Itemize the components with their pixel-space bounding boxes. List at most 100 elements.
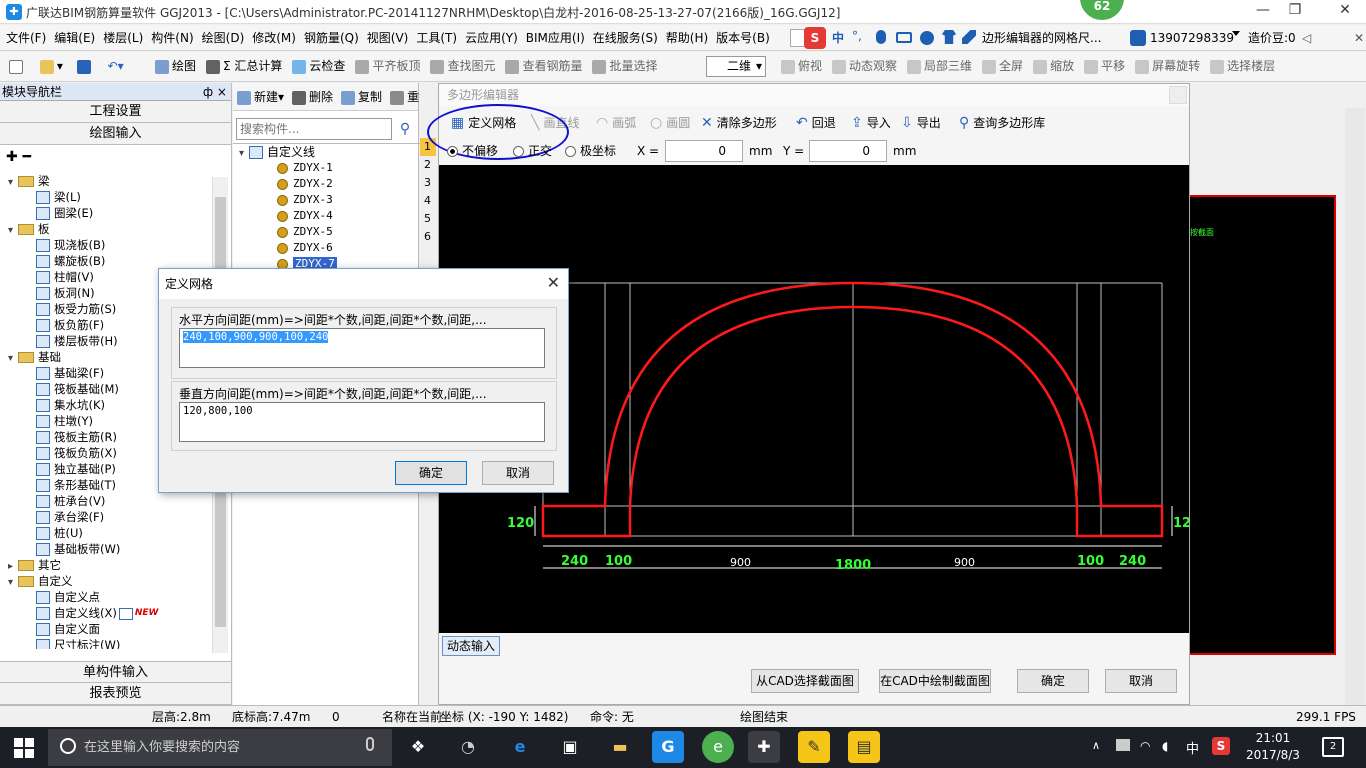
menu-item[interactable]: 工具(T) xyxy=(412,25,461,51)
nav-tree-item[interactable]: ▾ 梁 xyxy=(8,173,231,189)
tray-chevron-icon[interactable]: ∧ xyxy=(1092,739,1100,752)
view-toolbar-item[interactable]: 动态观察 xyxy=(827,52,902,80)
collapse-icon[interactable]: ▾ xyxy=(239,146,249,162)
microphone-icon[interactable] xyxy=(366,737,374,751)
view-toolbar-item[interactable]: 屏幕旋转 xyxy=(1130,52,1205,80)
project-settings-button[interactable]: 工程设置 xyxy=(0,101,231,123)
component-toolbar-button[interactable]: 删除 xyxy=(292,90,333,105)
view-toolbar-item[interactable]: 全屏 xyxy=(977,52,1028,80)
menu-item[interactable]: 版本号(B) xyxy=(712,25,774,51)
horizontal-spacing-input[interactable]: 240,100,900,900,100,240 xyxy=(179,328,545,368)
toolbar-item[interactable]: 批量选择 xyxy=(587,52,662,80)
nav-tree-item[interactable]: 自定义线(X) NEW xyxy=(8,605,231,621)
view-mode-select[interactable]: 二维 ▾ xyxy=(706,56,766,77)
component-item[interactable]: ZDYX-6 xyxy=(233,240,433,256)
nav-tree-item[interactable]: 梁(L) xyxy=(8,189,231,205)
component-search-input[interactable]: 搜索构件... xyxy=(236,118,392,140)
pin-close-icon[interactable]: ф × xyxy=(203,83,227,101)
nav-tree-item[interactable]: 自定义点 xyxy=(8,589,231,605)
menu-item[interactable]: 编辑(E) xyxy=(50,25,99,51)
undo-icon[interactable]: ↶▾ xyxy=(103,52,129,80)
draw-in-cad-button[interactable]: 在CAD中绘制截面图 xyxy=(879,669,991,693)
tray-network-icon[interactable] xyxy=(1116,739,1130,751)
menu-item[interactable]: 绘图(D) xyxy=(198,25,249,51)
view-toolbar-item[interactable]: 局部三维 xyxy=(902,52,977,80)
menu-item[interactable]: 文件(F) xyxy=(2,25,50,51)
browser-icon[interactable]: ◔ xyxy=(452,731,484,763)
polygon-tool-button[interactable]: ⇪ 导入 xyxy=(851,110,891,136)
row-number[interactable]: 3 xyxy=(420,174,436,192)
close-icon[interactable]: ✕ xyxy=(1354,25,1364,51)
menu-item[interactable]: 钢筋量(Q) xyxy=(300,25,363,51)
expand-collapse-icons[interactable]: ✚ ━ xyxy=(0,145,231,173)
polygon-editor-close-button[interactable] xyxy=(1169,86,1187,104)
notes-icon[interactable]: ✎ xyxy=(798,731,830,763)
user-icon[interactable] xyxy=(920,31,934,45)
menu-item[interactable]: BIM应用(I) xyxy=(522,25,589,51)
view-toolbar-item[interactable]: 选择楼层 xyxy=(1205,52,1280,80)
chevron-down-icon[interactable] xyxy=(1232,31,1240,36)
menu-item[interactable]: 构件(N) xyxy=(147,25,197,51)
polygon-tool-button[interactable]: ✕ 清除多边形 xyxy=(701,110,777,136)
toolbar-item[interactable]: 绘图 xyxy=(150,52,201,80)
arrow-icon[interactable]: ◁ xyxy=(1302,25,1311,51)
file-explorer-icon[interactable]: ▬ xyxy=(604,731,636,763)
ggj-app-icon[interactable]: ✚ xyxy=(748,731,780,763)
taskbar-clock[interactable]: 21:01 2017/8/3 xyxy=(1243,730,1303,764)
tray-ime[interactable]: 中 xyxy=(1186,738,1199,757)
microphone-icon[interactable] xyxy=(876,30,886,44)
menu-item[interactable]: 视图(V) xyxy=(363,25,413,51)
search-icon[interactable]: ⚲ xyxy=(394,118,416,140)
nav-tree-item[interactable]: 自定义面 xyxy=(8,621,231,637)
view-toolbar-item[interactable]: 俯视 xyxy=(776,52,827,80)
row-number[interactable]: 4 xyxy=(420,192,436,210)
polygon-cancel-button[interactable]: 取消 xyxy=(1105,669,1177,693)
nav-tree-item[interactable]: 现浇板(B) xyxy=(8,237,231,253)
report-preview-button[interactable]: 报表预览 xyxy=(0,683,231,705)
save-icon[interactable] xyxy=(72,52,99,80)
nav-tree-item[interactable]: 螺旋板(B) xyxy=(8,253,231,269)
minimize-button[interactable]: — xyxy=(1248,2,1278,22)
nav-tree-item[interactable]: ▾ 自定义 xyxy=(8,573,231,589)
component-item[interactable]: ZDYX-2 xyxy=(233,176,433,192)
glodon-icon[interactable]: G xyxy=(652,731,684,763)
close-icon[interactable]: ✕ xyxy=(547,273,560,292)
notification-badge[interactable]: 62 xyxy=(1080,0,1124,20)
browser-green-icon[interactable]: e xyxy=(702,731,734,763)
row-number[interactable]: 5 xyxy=(420,210,436,228)
ime-punct[interactable]: °, xyxy=(852,29,862,43)
radio-icon[interactable] xyxy=(447,146,458,157)
tray-wifi-icon[interactable]: ◠ xyxy=(1140,739,1150,753)
menu-item[interactable]: 修改(M) xyxy=(248,25,300,51)
tray-volume-icon[interactable]: ◖ xyxy=(1162,739,1168,753)
new-file-icon[interactable] xyxy=(4,52,31,80)
menu-item[interactable]: 帮助(H) xyxy=(662,25,712,51)
open-folder-icon[interactable]: ▾ xyxy=(35,52,68,80)
row-number[interactable]: 6 xyxy=(420,228,436,246)
nav-tree-item[interactable]: 桩(U) xyxy=(8,525,231,541)
wrench-icon[interactable] xyxy=(962,30,976,44)
mode-option-2[interactable]: 极坐标 xyxy=(565,138,616,164)
nav-tree-item[interactable]: 桩承台(V) xyxy=(8,493,231,509)
toolbar-item[interactable]: 云检查 xyxy=(287,52,350,80)
nav-tree-item[interactable]: 基础板带(W) xyxy=(8,541,231,557)
drawing-input-button[interactable]: 绘图输入 xyxy=(0,123,231,145)
polygon-tool-button[interactable]: ⇩ 导出 xyxy=(901,110,941,136)
phone-number[interactable]: 13907298339 xyxy=(1150,25,1234,51)
toolbar-item[interactable]: Σ 汇总计算 xyxy=(201,52,287,80)
component-item[interactable]: ZDYX-1 xyxy=(233,160,433,176)
toolbar-item[interactable]: 查看钢筋量 xyxy=(500,52,587,80)
select-from-cad-button[interactable]: 从CAD选择截面图 xyxy=(751,669,859,693)
sticky-notes-icon[interactable]: ▤ xyxy=(848,731,880,763)
row-number[interactable]: 2 xyxy=(420,156,436,174)
polygon-tool-button[interactable]: ○ 画圆 xyxy=(650,110,690,136)
task-view-icon[interactable]: ❖ xyxy=(402,731,434,763)
mode-option-1[interactable]: 正交 xyxy=(513,138,552,164)
windows-start-icon[interactable] xyxy=(14,738,34,758)
close-window-button[interactable]: ✕ xyxy=(1330,2,1360,22)
polygon-tool-button[interactable]: ◠ 画弧 xyxy=(596,110,636,136)
edge-icon[interactable]: e xyxy=(504,731,536,763)
nav-tree-item[interactable]: 圈梁(E) xyxy=(8,205,231,221)
store-icon[interactable]: ▣ xyxy=(554,731,586,763)
component-item[interactable]: ZDYX-5 xyxy=(233,224,433,240)
